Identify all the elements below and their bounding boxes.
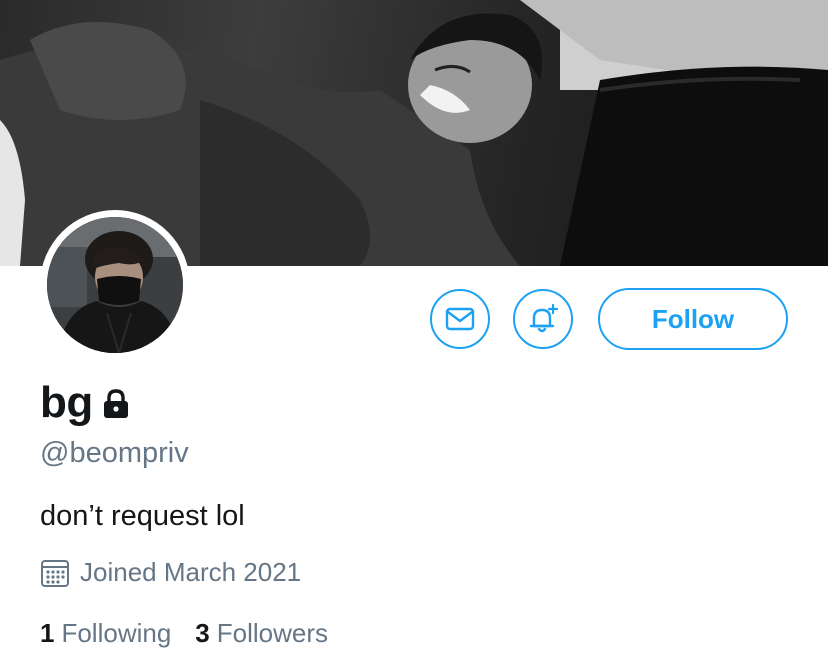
message-button[interactable] bbox=[430, 289, 490, 349]
envelope-icon bbox=[445, 307, 475, 331]
joined-row: Joined March 2021 bbox=[40, 557, 301, 588]
lock-icon bbox=[103, 389, 128, 418]
profile-bio: don’t request lol bbox=[40, 500, 245, 532]
followers-label: Followers bbox=[216, 618, 329, 648]
following-count: 1 bbox=[40, 618, 55, 648]
avatar-photo bbox=[47, 217, 183, 353]
joined-date: Joined March 2021 bbox=[80, 557, 302, 587]
followers-link[interactable]: 3 Followers bbox=[195, 618, 328, 649]
display-name-row: bg bbox=[40, 378, 131, 428]
user-handle: @beompriv bbox=[40, 437, 189, 469]
bell-plus-icon bbox=[529, 303, 559, 333]
following-label: Following bbox=[61, 618, 172, 648]
follow-button-label: Follow bbox=[651, 303, 735, 334]
calendar-icon bbox=[41, 559, 69, 587]
notify-button[interactable] bbox=[513, 289, 573, 349]
follow-button[interactable]: Follow bbox=[598, 288, 788, 350]
followers-count: 3 bbox=[195, 618, 210, 648]
following-link[interactable]: 1 Following bbox=[40, 618, 171, 649]
profile-avatar[interactable] bbox=[40, 210, 190, 360]
follow-stats: 1 Following 3 Followers bbox=[40, 618, 328, 649]
display-name: bg bbox=[40, 378, 93, 427]
